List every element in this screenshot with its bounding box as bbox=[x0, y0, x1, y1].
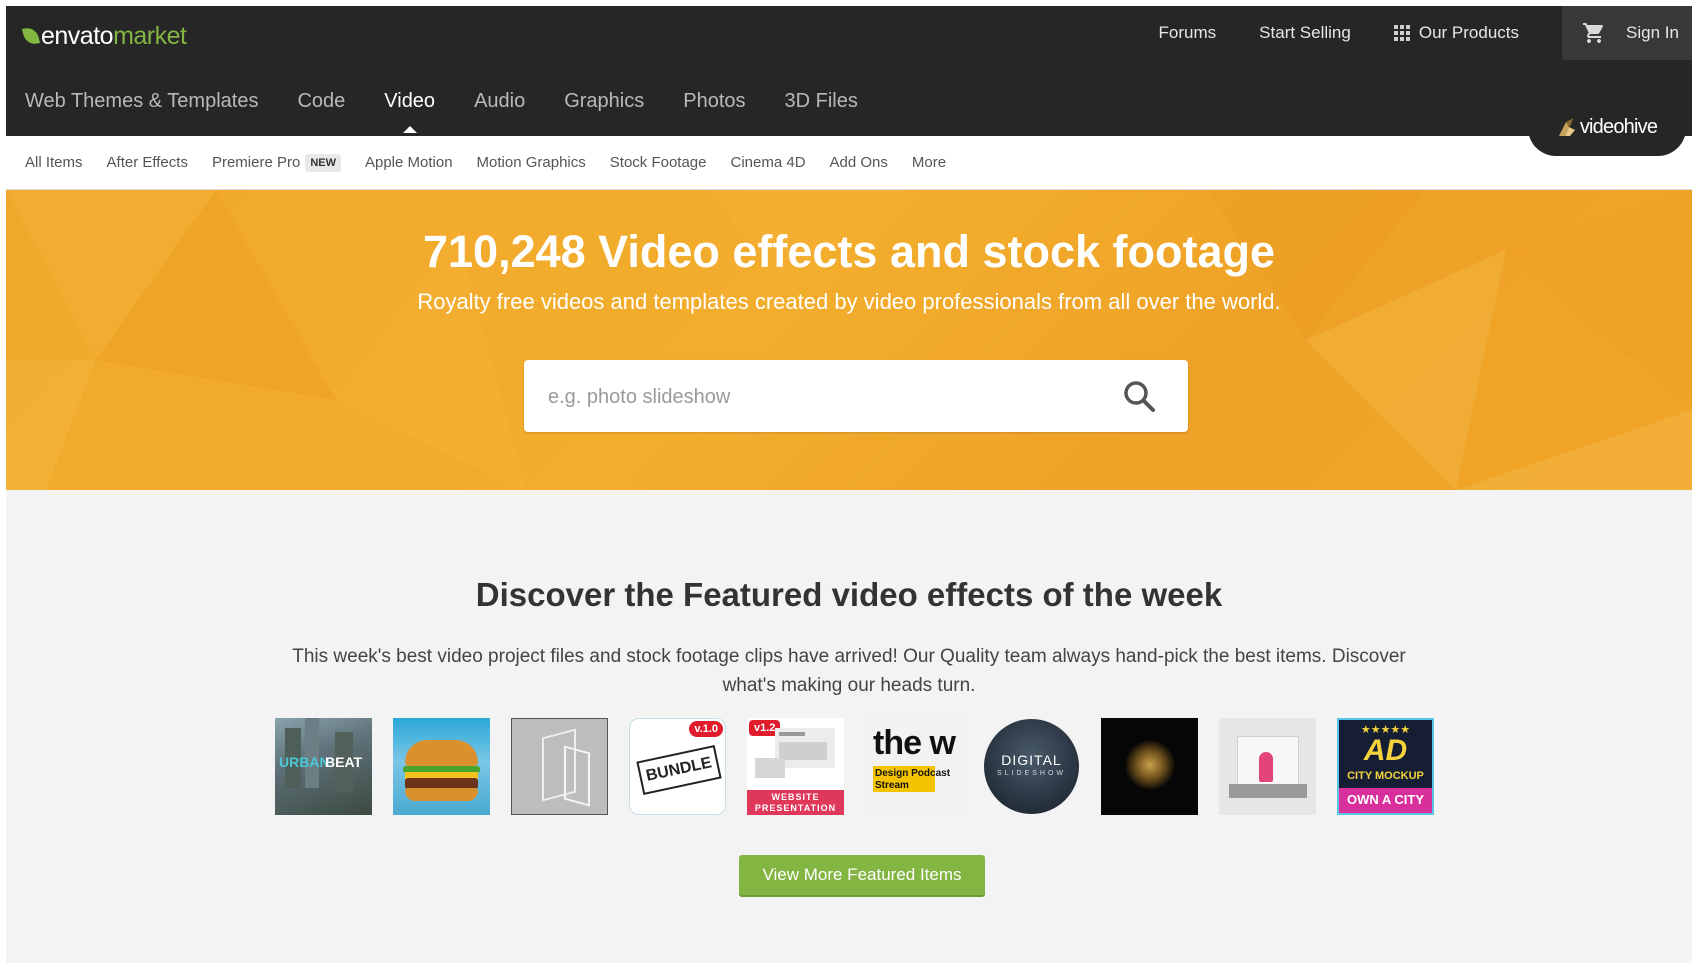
sign-in-link[interactable]: Sign In bbox=[1626, 23, 1679, 43]
category-video[interactable]: Video bbox=[384, 90, 435, 133]
search-box bbox=[524, 360, 1188, 432]
subnav-premiere-pro[interactable]: Premiere Pro NEW bbox=[211, 153, 341, 172]
category-audio[interactable]: Audio bbox=[474, 90, 525, 113]
site-header: envato market Forums Start Selling Our P… bbox=[6, 6, 1692, 136]
thumb-text: Design Podcast bbox=[875, 768, 951, 779]
thumb-text: CITY MOCKUP bbox=[1347, 770, 1424, 782]
category-code[interactable]: Code bbox=[297, 90, 345, 113]
subnav-premiere-pro-label: Premiere Pro bbox=[211, 154, 301, 171]
our-products-label: Our Products bbox=[1418, 23, 1519, 42]
category-nav: Web Themes & Templates Code Video Audio … bbox=[25, 90, 897, 133]
leaf-icon bbox=[21, 25, 41, 47]
search-icon[interactable] bbox=[1122, 379, 1156, 413]
featured-title: Discover the Featured video effects of t… bbox=[475, 576, 1223, 613]
thumb-text: SLIDESHOW bbox=[996, 770, 1066, 777]
version-ribbon: v.1.0 bbox=[689, 721, 723, 737]
featured-item-design-podcast[interactable]: the w Design Podcast Stream bbox=[865, 718, 962, 815]
envato-market-logo[interactable]: envato market bbox=[21, 18, 187, 54]
featured-description: This week's best video project files and… bbox=[292, 646, 1406, 696]
subnav-all-items[interactable]: All Items bbox=[25, 154, 83, 171]
subnav-more[interactable]: More bbox=[912, 154, 946, 171]
subnav-add-ons[interactable]: Add Ons bbox=[830, 154, 888, 171]
featured-item-burger[interactable] bbox=[393, 718, 490, 815]
subnav-after-effects[interactable]: After Effects bbox=[107, 154, 188, 171]
grid-icon bbox=[1393, 25, 1410, 41]
featured-item-digital-slideshow[interactable]: DIGITAL SLIDESHOW bbox=[983, 718, 1080, 815]
thumb-text: BEAT bbox=[325, 754, 363, 770]
thumb-text: the w bbox=[873, 724, 956, 762]
subnav-cinema-4d[interactable]: Cinema 4D bbox=[731, 154, 806, 171]
videohive-badge[interactable]: videohive bbox=[1528, 98, 1686, 156]
view-more-featured-button[interactable]: View More Featured Items bbox=[739, 855, 985, 895]
thumb-text: URBAN bbox=[279, 754, 330, 770]
featured-thumbnails: URBAN BEAT v.1.0 BUNDLE v1.2 WEBSITE PRE… bbox=[275, 718, 1455, 815]
featured-item-urban-beat[interactable]: URBAN BEAT bbox=[275, 718, 372, 815]
featured-item-city-mockup[interactable]: ★★★★★ AD CITY MOCKUP OWN A CITY bbox=[1337, 718, 1434, 815]
subnav-apple-motion[interactable]: Apple Motion bbox=[365, 154, 453, 171]
featured-item-sketch[interactable] bbox=[511, 718, 608, 815]
thumb-text: PRESENTATION bbox=[754, 803, 837, 813]
videohive-logo-icon bbox=[1558, 118, 1575, 136]
category-web-themes[interactable]: Web Themes & Templates bbox=[25, 90, 258, 113]
subnav-motion-graphics[interactable]: Motion Graphics bbox=[477, 154, 586, 171]
hero-subtitle: Royalty free videos and templates create… bbox=[417, 289, 1281, 314]
thumb-text: WEBSITE bbox=[771, 792, 820, 802]
thumb-text: BUNDLE bbox=[644, 754, 714, 785]
search-input[interactable] bbox=[546, 380, 1110, 414]
sub-nav: All Items After Effects Premiere Pro NEW… bbox=[6, 136, 1692, 190]
page: envato market Forums Start Selling Our P… bbox=[6, 6, 1692, 963]
hero-banner: 710,248 Video effects and stock footage … bbox=[6, 190, 1692, 490]
forums-link[interactable]: Forums bbox=[1159, 23, 1217, 43]
thumb-text: OWN A CITY bbox=[1346, 792, 1425, 807]
subnav-stock-footage[interactable]: Stock Footage bbox=[610, 154, 707, 171]
featured-item-website-presentation[interactable]: v1.2 WEBSITE PRESENTATION bbox=[747, 718, 844, 815]
featured-item-gold-particles[interactable] bbox=[1101, 718, 1198, 815]
start-selling-link[interactable]: Start Selling bbox=[1259, 23, 1351, 43]
logo-text-market: market bbox=[113, 21, 187, 50]
videohive-label: videohive bbox=[1579, 115, 1658, 138]
hero-title: 710,248 Video effects and stock footage bbox=[423, 226, 1275, 277]
category-photos[interactable]: Photos bbox=[683, 90, 745, 113]
thumb-text: DIGITAL bbox=[1001, 752, 1062, 768]
logo-text-envato: envato bbox=[41, 21, 114, 50]
thumb-text: AD bbox=[1363, 734, 1408, 767]
new-badge: NEW bbox=[305, 153, 341, 172]
thumb-text: Stream bbox=[875, 780, 909, 791]
category-graphics[interactable]: Graphics bbox=[564, 90, 644, 113]
top-nav: Forums Start Selling Our Products Sign I… bbox=[1159, 6, 1692, 60]
account-area: Sign In bbox=[1562, 6, 1692, 60]
category-3d-files[interactable]: 3D Files bbox=[785, 90, 858, 113]
cart-icon[interactable] bbox=[1582, 21, 1606, 45]
featured-item-3d-room[interactable] bbox=[1219, 718, 1316, 815]
our-products-menu[interactable]: Our Products bbox=[1393, 23, 1519, 43]
featured-item-bundle[interactable]: v.1.0 BUNDLE bbox=[629, 718, 726, 815]
